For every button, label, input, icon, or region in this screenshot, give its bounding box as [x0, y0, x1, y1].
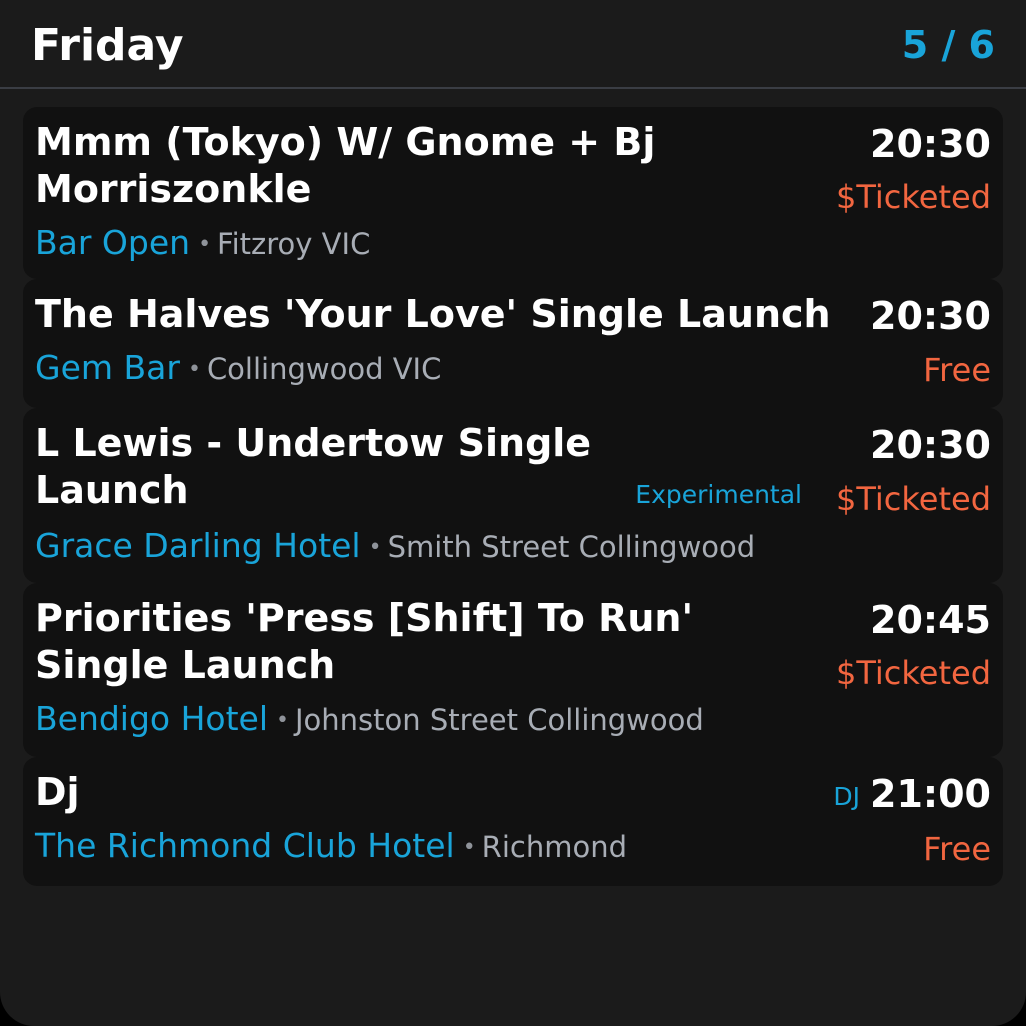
- event-price: Free: [923, 830, 991, 868]
- event-title: The Halves 'Your Love' Single Launch: [35, 291, 831, 338]
- event-title-line: Mmm (Tokyo) W/ Gnome + Bj: [35, 120, 656, 164]
- venue-link[interactable]: Grace Darling Hotel: [35, 526, 361, 565]
- event-time: 21:00: [870, 772, 991, 816]
- venue-line: Bendigo Hotel • Johnston Street Collingwoo…: [35, 699, 704, 745]
- event-title: Priorities 'Press [Shift] To Run' Single…: [35, 595, 693, 689]
- event-list: Mmm (Tokyo) W/ Gnome + Bj Morriszonkle 2…: [23, 107, 1003, 886]
- event-title: L Lewis - Undertow Single Launch: [35, 420, 591, 514]
- venue-line: The Richmond Club Hotel • Richmond: [35, 826, 627, 872]
- separator-dot: •: [368, 535, 382, 560]
- event-card[interactable]: Mmm (Tokyo) W/ Gnome + Bj Morriszonkle 2…: [23, 107, 1003, 279]
- venue-line: Bar Open • Fitzroy VIC: [35, 223, 370, 269]
- event-title-line: Priorities 'Press [Shift] To Run': [35, 596, 694, 640]
- event-time: 20:30: [870, 122, 991, 166]
- header: Friday 5 / 6: [0, 0, 1026, 89]
- venue-location: Collingwood VIC: [206, 352, 442, 386]
- event-time: 20:45: [870, 598, 991, 642]
- event-title-line: Single Launch: [35, 643, 336, 687]
- event-price: $Ticketed: [835, 654, 991, 692]
- venue-link[interactable]: Gem Bar: [35, 348, 180, 387]
- page-indicator: 5 / 6: [901, 23, 995, 67]
- event-title-line: L Lewis - Undertow Single: [35, 421, 592, 465]
- genre-tag[interactable]: Experimental: [635, 480, 802, 510]
- separator-dot: •: [462, 835, 476, 860]
- venue-location: Smith Street Collingwood: [387, 530, 756, 564]
- venue-location: Johnston Street Collingwood: [295, 703, 704, 737]
- venue-location: Richmond: [481, 830, 627, 864]
- venue-line: Gem Bar • Collingwood VIC: [35, 348, 441, 394]
- separator-dot: •: [276, 708, 289, 733]
- event-time: 20:30: [870, 294, 991, 338]
- event-title-line: The Halves 'Your Love' Single Launch: [35, 292, 831, 336]
- venue-location: Fitzroy VIC: [217, 227, 371, 261]
- event-time: 20:30: [870, 423, 991, 467]
- event-title: Dj: [35, 769, 80, 816]
- event-title-line: Launch: [35, 468, 189, 512]
- event-price: $Ticketed: [835, 178, 991, 216]
- venue-link[interactable]: The Richmond Club Hotel: [35, 826, 455, 865]
- screen: Friday 5 / 6 Mmm (Tokyo) W/ Gnome + Bj M…: [0, 0, 1026, 1026]
- event-title-line: Morriszonkle: [35, 167, 312, 211]
- event-title-line: Dj: [35, 770, 80, 814]
- venue-link[interactable]: Bar Open: [35, 223, 190, 262]
- event-price: $Ticketed: [835, 480, 991, 518]
- genre-tag[interactable]: DJ: [833, 782, 860, 812]
- separator-dot: •: [198, 232, 212, 257]
- day-title: Friday: [31, 20, 184, 71]
- venue-line: Grace Darling Hotel • Smith Street Colling…: [35, 526, 755, 572]
- event-card[interactable]: Priorities 'Press [Shift] To Run' Single…: [23, 583, 1003, 757]
- event-title: Mmm (Tokyo) W/ Gnome + Bj Morriszonkle: [35, 119, 655, 213]
- venue-link[interactable]: Bendigo Hotel: [35, 699, 268, 738]
- event-card[interactable]: Dj 21:00 DJ Free The Richmond Club Hotel…: [23, 757, 1003, 886]
- event-card[interactable]: L Lewis - Undertow Single Launch 20:30 E…: [23, 408, 1003, 583]
- event-price: Free: [923, 351, 991, 389]
- event-card[interactable]: The Halves 'Your Love' Single Launch 20:…: [23, 279, 1003, 408]
- separator-dot: •: [187, 357, 201, 382]
